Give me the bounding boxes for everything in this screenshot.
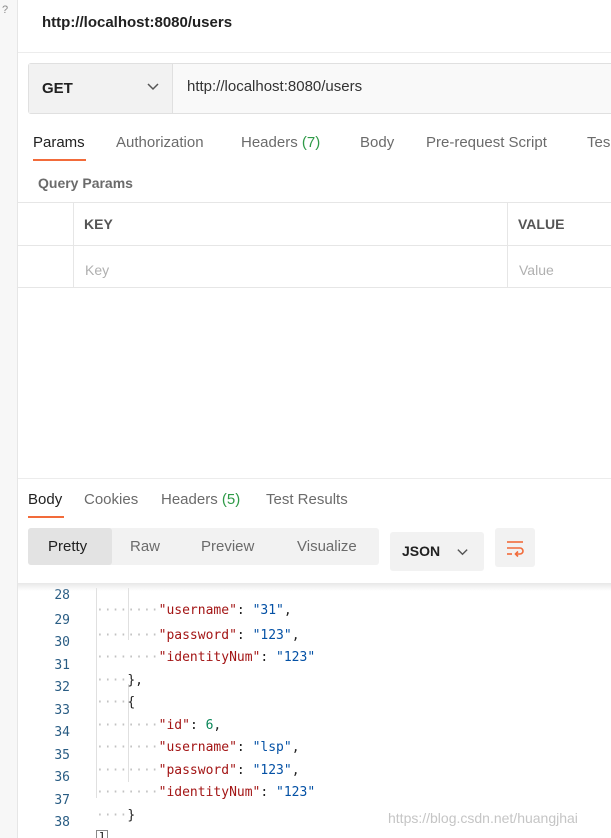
request-tab-header: http://localhost:8080/users xyxy=(18,0,611,53)
json-key: "password" xyxy=(159,628,237,643)
sidebar-marker-icon: ? xyxy=(2,4,8,16)
view-mode-visualize[interactable]: Visualize xyxy=(297,538,357,555)
format-select[interactable]: JSON xyxy=(390,532,484,571)
format-select-value: JSON xyxy=(402,543,440,559)
editor-scroll-shadow xyxy=(18,583,611,591)
json-value: 6 xyxy=(206,718,214,733)
json-value: "123" xyxy=(276,650,315,665)
column-header-value: VALUE xyxy=(518,216,564,232)
response-tab-body[interactable]: Body xyxy=(28,491,62,508)
query-params-table: KEY VALUE Key Value xyxy=(18,202,611,287)
json-key: "username" xyxy=(159,740,237,755)
line-number: 38 xyxy=(18,815,70,830)
code-line: 37 ····} xyxy=(18,778,49,800)
tab-pre-request-script[interactable]: Pre-request Script xyxy=(426,134,547,151)
json-value: "lsp" xyxy=(253,740,292,755)
headers-count: (7) xyxy=(302,134,320,151)
request-bar: GET xyxy=(28,63,611,114)
method-label: GET xyxy=(42,80,73,97)
method-select[interactable]: GET xyxy=(29,64,173,113)
left-sidebar-strip: ? xyxy=(0,0,18,838)
view-mode-segmented-control: Pretty Raw Preview Visualize xyxy=(28,528,379,565)
json-punctuation: ] xyxy=(96,830,108,838)
response-tab-cookies[interactable]: Cookies xyxy=(84,491,138,508)
code-line: 32 ····{ xyxy=(18,665,49,687)
code-line: 36 ········"identityNum": "123" xyxy=(18,755,49,777)
response-tab-test-results[interactable]: Test Results xyxy=(266,491,348,508)
response-headers-count: (5) xyxy=(222,491,240,508)
json-value: "31" xyxy=(253,603,284,618)
code-line: 30 ········"identityNum": "123" xyxy=(18,620,49,642)
view-mode-preview[interactable]: Preview xyxy=(201,538,254,555)
request-title: http://localhost:8080/users xyxy=(42,14,232,31)
code-line: 33 ········"id": 6, xyxy=(18,688,49,710)
column-divider xyxy=(507,203,508,287)
chevron-down-icon xyxy=(146,79,160,93)
code-line: 34 ········"username": "lsp", xyxy=(18,710,49,732)
tab-body[interactable]: Body xyxy=(360,134,394,151)
json-key: "username" xyxy=(159,603,237,618)
tab-headers[interactable]: Headers (7) xyxy=(241,134,320,151)
json-punctuation: } xyxy=(127,808,135,823)
active-response-tab-indicator xyxy=(28,516,64,518)
response-body-editor[interactable]: 28 ········"username": "31", 29 ········… xyxy=(18,588,611,838)
json-key: "id" xyxy=(159,718,190,733)
wrap-lines-icon xyxy=(505,538,525,558)
chevron-down-icon xyxy=(456,545,469,558)
value-input[interactable]: Value xyxy=(519,262,554,278)
json-value: "123" xyxy=(276,785,315,800)
column-divider xyxy=(73,203,74,287)
code-line: 35 ········"password": "123", xyxy=(18,733,49,755)
json-punctuation: }, xyxy=(127,673,143,688)
json-key: "identityNum" xyxy=(159,650,261,665)
column-header-key: KEY xyxy=(84,216,113,232)
json-value: "123" xyxy=(253,628,292,643)
tab-tests[interactable]: Tes xyxy=(587,134,610,151)
json-punctuation: { xyxy=(127,695,135,710)
view-mode-raw[interactable]: Raw xyxy=(130,538,160,555)
json-key: "identityNum" xyxy=(159,785,261,800)
key-input[interactable]: Key xyxy=(85,262,109,278)
code-line: 31 ····}, xyxy=(18,643,49,665)
response-tab-headers[interactable]: Headers (5) xyxy=(161,491,240,508)
url-input[interactable] xyxy=(187,78,587,95)
tab-params[interactable]: Params xyxy=(33,134,85,151)
query-params-label: Query Params xyxy=(38,175,133,191)
tab-authorization[interactable]: Authorization xyxy=(116,134,204,151)
code-line: 38 ] xyxy=(18,800,49,822)
view-mode-pretty[interactable]: Pretty xyxy=(48,538,87,555)
code-line: 29 ········"password": "123", xyxy=(18,598,49,620)
watermark-text: https://blog.csdn.net/huangjhai xyxy=(388,810,578,826)
json-key: "password" xyxy=(159,763,237,778)
active-tab-indicator xyxy=(33,159,86,161)
wrap-lines-button[interactable] xyxy=(495,528,535,567)
json-value: "123" xyxy=(253,763,292,778)
